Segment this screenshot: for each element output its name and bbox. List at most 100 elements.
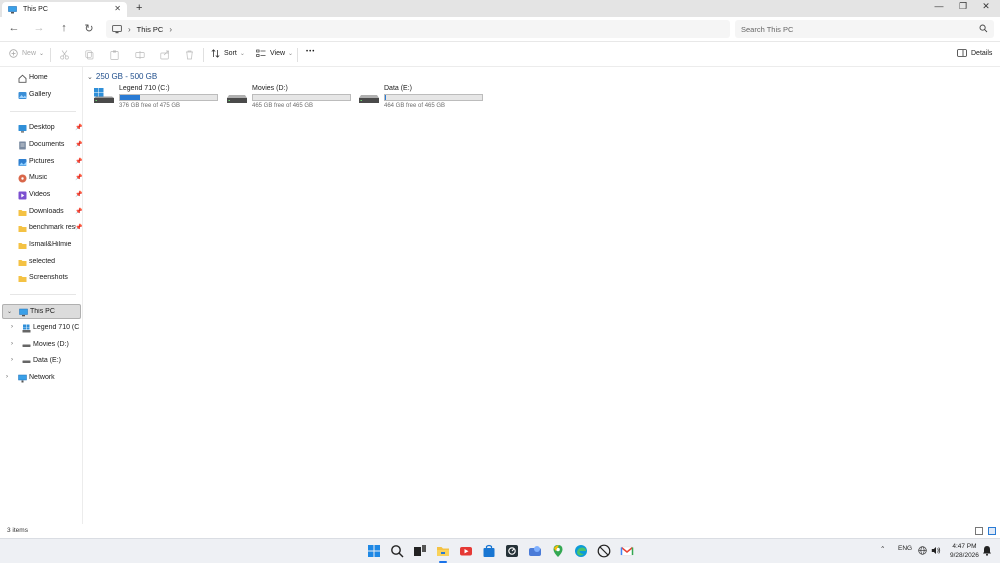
view-button[interactable]: View ⌄	[256, 49, 293, 58]
command-divider	[203, 48, 204, 62]
sidebar-item-desktop[interactable]: Desktop 📌	[2, 121, 83, 136]
start-icon[interactable]	[367, 544, 381, 558]
minimize-button[interactable]: —	[929, 1, 949, 11]
rename-icon[interactable]	[135, 50, 145, 60]
hard-drive-icon	[22, 344, 31, 347]
close-button[interactable]: ✕	[976, 1, 996, 12]
drive-item-d[interactable]: Movies (D:) 465 GB free of 465 GB	[226, 84, 356, 110]
sidebar-item-drive-e[interactable]: › Data (E:)	[2, 354, 81, 369]
share-icon[interactable]	[160, 50, 170, 60]
new-button[interactable]: New ⌄	[9, 49, 44, 58]
tab-close-icon[interactable]: ✕	[114, 4, 121, 13]
navigation-pane: Home Gallery Desktop 📌 Documents 📌 Pictu…	[0, 67, 83, 524]
youtube-icon[interactable]	[459, 544, 473, 558]
more-options-button[interactable]: •••	[306, 49, 315, 55]
details-pane-icon	[957, 49, 967, 57]
chevron-right-icon[interactable]: ›	[11, 357, 13, 363]
address-box[interactable]: › This PC ›	[106, 20, 730, 38]
sidebar-item-screenshots[interactable]: Screenshots	[2, 271, 81, 286]
sidebar-item-drive-d[interactable]: › Movies (D:)	[2, 338, 81, 353]
downloads-icon	[18, 210, 27, 216]
tiles-view-icon[interactable]	[988, 527, 996, 535]
sidebar-item-gallery[interactable]: Gallery	[2, 88, 81, 103]
network-icon	[18, 374, 27, 383]
task-view-icon[interactable]	[413, 544, 427, 558]
chevron-right-icon[interactable]: ›	[11, 341, 13, 347]
sidebar-item-label: Videos	[29, 191, 51, 198]
tab-this-pc[interactable]: This PC ✕	[2, 2, 127, 17]
chevron-down-icon: ⌄	[87, 73, 93, 81]
new-label: New	[22, 50, 37, 57]
sidebar-item-pictures[interactable]: Pictures 📌	[2, 155, 83, 170]
sidebar-item-music[interactable]: Music 📌	[2, 171, 82, 186]
maps-icon[interactable]	[551, 544, 565, 558]
sidebar-item-downloads[interactable]: Downloads 📌	[2, 205, 82, 220]
drive-free-space: 376 GB free of 475 GB	[119, 103, 181, 109]
search-placeholder: Search This PC	[741, 24, 794, 34]
sort-button[interactable]: Sort ⌄	[211, 49, 245, 58]
breadcrumb-chevron[interactable]: ›	[169, 25, 172, 34]
search-input[interactable]: Search This PC	[735, 20, 994, 38]
drive-item-e[interactable]: Data (E:) 464 GB free of 465 GB	[358, 84, 488, 110]
drive-item-c[interactable]: Legend 710 (C:) 376 GB free of 475 GB	[93, 84, 223, 110]
file-explorer-icon[interactable]	[436, 544, 450, 558]
gmail-icon[interactable]	[620, 544, 634, 558]
details-button[interactable]: Details	[957, 49, 992, 57]
new-tab-button[interactable]: +	[136, 2, 142, 14]
globe-icon[interactable]	[918, 546, 927, 555]
sidebar-item-videos[interactable]: Videos 📌	[2, 188, 82, 203]
details-view-icon[interactable]	[975, 527, 983, 535]
sort-label: Sort	[224, 50, 237, 57]
sidebar-item-label: Music	[29, 174, 48, 181]
sidebar-item-this-pc[interactable]: ⌄ This PC	[2, 304, 81, 319]
drive-free-space: 465 GB free of 465 GB	[252, 103, 314, 109]
breadcrumb-this-pc[interactable]: This PC	[137, 25, 164, 34]
paste-icon[interactable]	[110, 50, 119, 60]
sidebar-item-home[interactable]: Home	[2, 71, 81, 86]
hard-drive-icon	[359, 95, 379, 103]
chevron-right-icon[interactable]: ›	[6, 374, 8, 380]
forward-button[interactable]: →	[32, 22, 46, 34]
chevron-down-icon: ⌄	[239, 51, 245, 57]
sidebar-item-documents[interactable]: Documents 📌	[2, 138, 83, 153]
sidebar-item-ismail-hilmie[interactable]: Ismail&Hilmie	[2, 238, 81, 253]
cut-icon[interactable]	[60, 50, 69, 60]
this-pc-icon	[8, 5, 17, 13]
folder-icon	[18, 243, 27, 249]
volume-icon[interactable]	[931, 546, 941, 555]
back-button[interactable]: ←	[7, 22, 21, 34]
sidebar-item-label: Screenshots	[29, 274, 68, 281]
sidebar-item-label: Documents	[29, 141, 65, 148]
sidebar-item-benchmark-results[interactable]: benchmark resu 📌	[2, 221, 82, 236]
chevron-right-icon[interactable]: ›	[11, 324, 13, 330]
windows-drive-icon	[94, 88, 114, 103]
chevron-down-icon[interactable]: ⌄	[7, 308, 12, 315]
sidebar-item-label: Desktop	[29, 124, 55, 131]
pin-icon: 📌	[75, 142, 83, 148]
sidebar-item-network[interactable]: › Network	[2, 371, 81, 386]
status-bar: 3 items	[0, 524, 1000, 538]
terminal-icon[interactable]	[505, 544, 519, 558]
notification-icon[interactable]	[982, 545, 992, 556]
refresh-button[interactable]: ↻	[82, 22, 96, 35]
app-icon[interactable]	[528, 544, 542, 558]
drive-name: Legend 710 (C:)	[119, 85, 170, 92]
chevron-up-icon[interactable]: ⌃	[880, 545, 885, 553]
clock[interactable]: 4:47 PM 9/28/2026	[950, 542, 979, 560]
search-icon[interactable]	[390, 544, 404, 558]
sidebar-item-selected[interactable]: selected	[2, 255, 81, 270]
store-icon[interactable]	[482, 544, 496, 558]
pin-icon: 📌	[75, 125, 83, 131]
search-icon[interactable]	[979, 24, 988, 33]
sidebar-item-drive-c[interactable]: › Legend 710 (C:)	[2, 321, 81, 336]
maximize-button[interactable]: ❐	[953, 1, 973, 12]
pin-icon: 📌	[75, 159, 83, 165]
delete-icon[interactable]	[185, 50, 194, 60]
clock-app-icon[interactable]	[597, 544, 611, 558]
sidebar-item-label: Movies (D:)	[33, 341, 69, 348]
up-button[interactable]: ↑	[57, 22, 71, 34]
edge-icon[interactable]	[574, 544, 588, 558]
group-header[interactable]: ⌄ 250 GB - 500 GB	[87, 72, 157, 81]
copy-icon[interactable]	[85, 50, 94, 60]
language-indicator[interactable]: ENG	[898, 545, 912, 552]
